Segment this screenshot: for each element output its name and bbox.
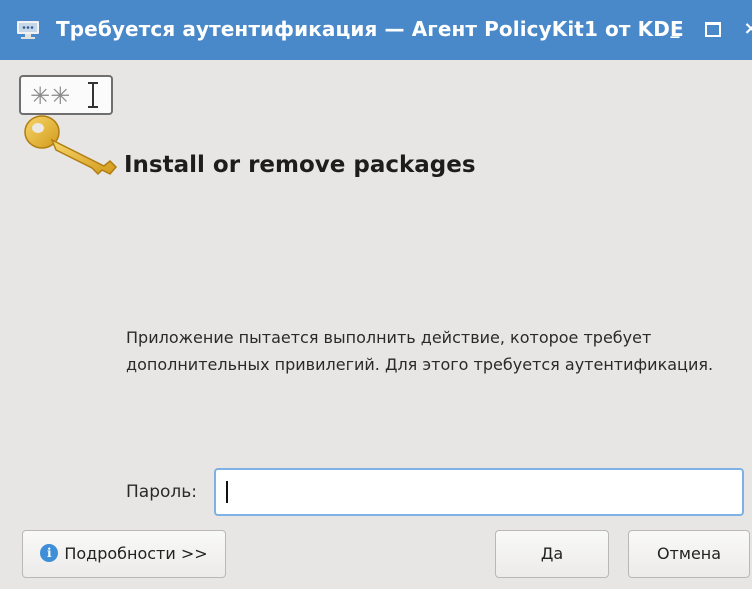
password-input[interactable] [214, 468, 744, 516]
key-password-icon: ✳✳ [19, 75, 118, 176]
details-button-label: Подробности >> [64, 544, 208, 563]
text-caret [226, 481, 228, 503]
close-button[interactable]: × [738, 16, 752, 42]
auth-agent-icon [17, 21, 39, 39]
yes-button[interactable]: Да [495, 530, 609, 578]
maximize-icon [705, 22, 721, 37]
auth-dialog-window: Требуется аутентификация — Агент PolicyK… [0, 0, 752, 589]
window-title: Требуется аутентификация — Агент PolicyK… [56, 17, 684, 41]
info-icon: i [40, 544, 59, 562]
password-label: Пароль: [126, 482, 198, 502]
svg-text:✳✳: ✳✳ [30, 82, 70, 110]
maximize-button[interactable] [700, 16, 726, 42]
minimize-button[interactable]: _ [662, 16, 688, 42]
privilege-message: Приложение пытается выполнить действие, … [126, 328, 714, 374]
cancel-button[interactable]: Отмена [628, 530, 750, 578]
action-heading: Install or remove packages [124, 152, 476, 178]
details-button[interactable]: i Подробности >> [22, 530, 226, 578]
title-bar[interactable]: Требуется аутентификация — Агент PolicyK… [0, 0, 752, 60]
